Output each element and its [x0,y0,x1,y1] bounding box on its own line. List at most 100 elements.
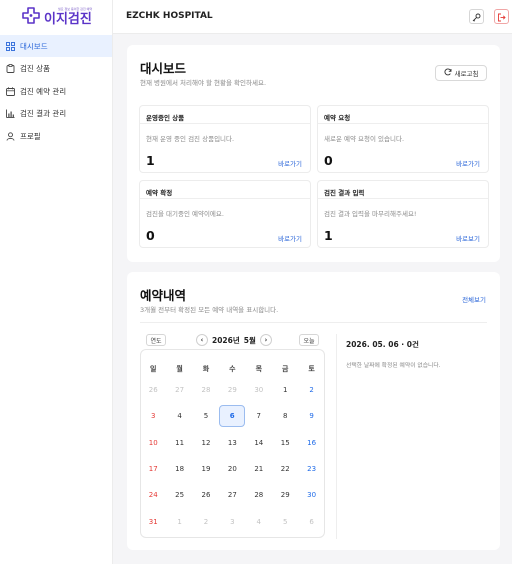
stat-count: 1 [146,153,155,168]
stat-link[interactable]: 바로가기 [278,158,302,168]
key-button[interactable] [469,9,484,24]
calendar-day[interactable]: 14 [246,433,272,453]
logo[interactable]: 필요 정보 용이한 검진 예약 이지검진 [0,0,112,34]
calendar-day[interactable]: 10 [140,433,166,453]
weekday-header: 금 [281,365,289,373]
stat-card-active-products: 운영중인 상품 현재 운영 중인 검진 상품입니다. 1 바로가기 [139,105,311,173]
calendar-day[interactable]: 31 [140,512,166,532]
stat-count: 0 [146,228,155,243]
calendar-day[interactable]: 11 [166,433,192,453]
calendar-day[interactable]: 13 [219,433,245,453]
calendar-day[interactable]: 29 [272,485,298,505]
calendar-day[interactable]: 12 [193,433,219,453]
sidebar-item-label: 검진 상품 [20,64,50,73]
calendar-day[interactable]: 19 [193,459,219,479]
selected-date-summary: 2026. 05. 06 · 0건 [346,340,419,349]
calendar-day[interactable]: 30 [298,485,324,505]
calendar-day[interactable]: 17 [140,459,166,479]
calendar: 연도 ‹ 2026년 5월 › 오늘 일 월 화 수 목 금 토 26 27 28 29 30 1 2 3 4… [140,334,325,539]
divider [318,123,488,124]
weekday-header: 목 [255,365,263,373]
next-month-button[interactable]: › [259,334,272,346]
calendar-day[interactable]: 4 [166,406,192,426]
calendar-day[interactable]: 2 [193,512,219,532]
divider [140,198,310,199]
calendar-day[interactable]: 24 [140,485,166,505]
divider [336,334,337,539]
view-all-link[interactable]: 전체보기 [462,294,486,304]
chevron-right-icon: › [264,336,268,344]
today-button[interactable]: 오늘 [299,334,319,346]
calendar-day[interactable]: 29 [219,380,245,400]
refresh-label: 새로고침 [454,70,479,78]
stat-link[interactable]: 바로가기 [456,158,480,168]
calendar-day[interactable]: 26 [193,485,219,505]
stat-title: 운영중인 상품 [146,114,185,122]
calendar-day[interactable]: 4 [246,512,272,532]
calendar-day[interactable]: 3 [219,512,245,532]
calendar-day[interactable]: 26 [140,380,166,400]
logout-button[interactable] [494,9,509,24]
calendar-day[interactable]: 5 [272,512,298,532]
calendar-day[interactable]: 22 [272,459,298,479]
sidebar-nav: 대시보드 검진 상품 검진 예약 관리 검진 결과 관리 프로필 [0,34,112,147]
calendar-day[interactable]: 6 [298,512,324,532]
calendar-day[interactable]: 20 [219,459,245,479]
refresh-button[interactable]: 새로고침 [435,65,487,81]
sidebar-item-products[interactable]: 검진 상품 [0,58,112,80]
calendar-day[interactable]: 7 [246,406,272,426]
sidebar-item-reservations[interactable]: 검진 예약 관리 [0,80,112,102]
calendar-day[interactable]: 3 [140,406,166,426]
calendar-day[interactable]: 28 [246,485,272,505]
calendar-day[interactable]: 1 [272,380,298,400]
dashboard-title: 대시보드 [140,61,187,76]
sidebar-item-dashboard[interactable]: 대시보드 [0,35,112,57]
weekday-header: 월 [176,365,183,373]
stat-title: 예약 요청 [324,114,351,122]
dashboard-subtitle: 현재 병원에서 처리해야 할 현황을 확인하세요. [140,79,267,87]
divider [140,123,310,124]
stat-description: 현재 운영 중인 검진 상품입니다. [146,135,235,143]
calendar-day[interactable]: 27 [219,485,245,505]
year-button[interactable]: 연도 [146,334,166,346]
bar-chart-icon [6,109,15,118]
weekday-header: 화 [202,365,210,373]
calendar-day[interactable]: 15 [272,433,298,453]
dashboard-card: 대시보드 현재 병원에서 처리해야 할 현황을 확인하세요. 새로고침 운영중인… [127,45,500,262]
sidebar: 필요 정보 용이한 검진 예약 이지검진 대시보드 검진 상품 검진 예약 관리 [0,0,113,564]
refresh-icon [444,68,452,78]
sidebar-item-label: 대시보드 [20,41,48,51]
calendar-day[interactable]: 28 [193,380,219,400]
stat-count: 1 [324,228,333,243]
calendar-day[interactable]: 1 [166,512,192,532]
calendar-day[interactable]: 8 [272,406,298,426]
calendar-day[interactable]: 30 [246,380,272,400]
empty-reservations-message: 선택한 날짜에 확정된 예약이 없습니다. [346,363,441,369]
sidebar-item-profile[interactable]: 프로필 [0,125,112,147]
logout-icon [497,7,506,26]
calendar-day[interactable]: 27 [166,380,192,400]
stat-description: 검진 결과 입력을 마무리해주세요! [324,210,417,218]
calendar-icon [6,86,15,96]
calendar-day[interactable]: 23 [298,459,324,479]
calendar-day[interactable]: 25 [166,485,192,505]
calendar-day[interactable]: 2 [298,380,324,400]
prev-month-button[interactable]: ‹ [196,334,208,346]
calendar-day[interactable]: 9 [298,406,324,426]
calendar-day[interactable]: 18 [166,459,192,479]
sidebar-item-label: 검진 예약 관리 [20,86,67,96]
calendar-day-selected[interactable]: 6 [219,405,246,428]
hospital-name: EZCHK HOSPITAL [126,11,213,21]
clipboard-icon [6,64,15,73]
weekday-header: 일 [149,365,157,373]
logo-tagline: 필요 정보 용이한 검진 예약 [58,7,93,11]
calendar-day[interactable]: 21 [246,459,272,479]
calendar-day[interactable]: 16 [298,433,324,453]
calendar-day[interactable]: 5 [193,406,219,426]
chevron-left-icon: ‹ [200,336,204,344]
stat-link[interactable]: 바로보기 [456,233,480,243]
sidebar-item-label: 검진 결과 관리 [20,109,67,118]
stat-link[interactable]: 바로가기 [278,233,302,243]
sidebar-item-results[interactable]: 검진 결과 관리 [0,103,112,125]
calendar-year: 2026년 [212,335,240,345]
